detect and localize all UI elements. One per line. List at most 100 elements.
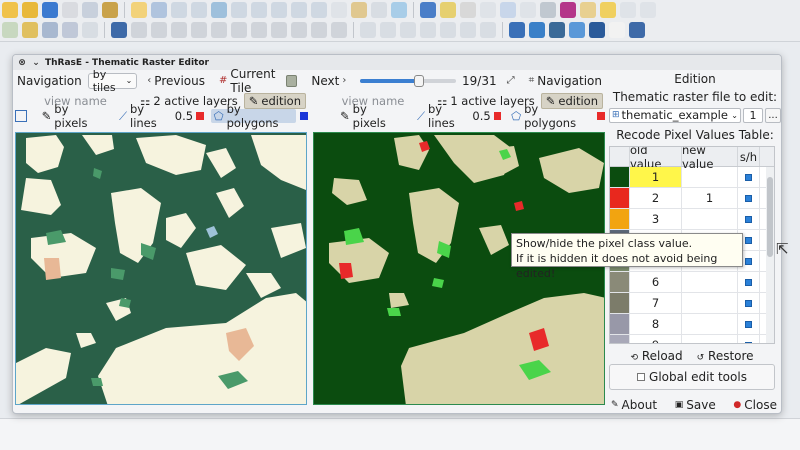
- plugin-python-icon[interactable]: [549, 22, 565, 38]
- right-by-pixels-tool[interactable]: ✎ by pixels: [337, 102, 404, 130]
- annotation-icon[interactable]: [620, 2, 636, 18]
- pan-icon[interactable]: [131, 2, 147, 18]
- right-by-lines-tool[interactable]: ⟋ by lines 0.5: [414, 102, 504, 130]
- expand-icon[interactable]: ⤢: [503, 72, 519, 89]
- show-hide-checkbox[interactable]: [745, 257, 752, 265]
- band-select[interactable]: 1: [743, 107, 763, 123]
- zoom-in-icon[interactable]: [171, 2, 187, 18]
- move-label-icon[interactable]: [420, 22, 436, 38]
- label-toolbar-icon[interactable]: [360, 22, 376, 38]
- identify-icon[interactable]: [420, 2, 436, 18]
- left-map-canvas[interactable]: [15, 132, 307, 405]
- redo-icon[interactable]: [331, 22, 347, 38]
- plugin-pca-icon[interactable]: [609, 22, 625, 38]
- plugin-refresh-icon[interactable]: [569, 22, 585, 38]
- zoom-layer-icon[interactable]: [251, 2, 267, 18]
- style-manager-icon[interactable]: [102, 2, 118, 18]
- zoom-full-icon[interactable]: [211, 2, 227, 18]
- save-project-icon[interactable]: [42, 2, 58, 18]
- new-value-cell[interactable]: [682, 167, 738, 187]
- eye-icon[interactable]: [286, 74, 298, 87]
- field-calculator-icon[interactable]: [480, 2, 496, 18]
- right-polygons-color-swatch[interactable]: [597, 112, 605, 120]
- global-edit-tools[interactable]: Global edit tools: [609, 364, 775, 390]
- left-polygons-color-swatch[interactable]: [300, 112, 308, 120]
- view-extent-icon[interactable]: [15, 110, 27, 122]
- show-hide-checkbox[interactable]: [745, 341, 752, 343]
- right-line-width-spinner[interactable]: 0.5: [472, 109, 490, 123]
- toggle-editing-icon[interactable]: [151, 22, 167, 38]
- add-raster-icon[interactable]: [22, 22, 38, 38]
- pin-labels-icon[interactable]: [380, 22, 396, 38]
- tile-slider[interactable]: [360, 74, 457, 87]
- deselect-icon[interactable]: [460, 2, 476, 18]
- close-button[interactable]: ● Close: [733, 396, 777, 413]
- table-row[interactable]: 1: [610, 167, 774, 188]
- save-button[interactable]: ▣ Save: [675, 396, 716, 413]
- new-value-cell[interactable]: [682, 335, 738, 343]
- rotate-label-icon[interactable]: [440, 22, 456, 38]
- add-mesh-icon[interactable]: [62, 22, 78, 38]
- table-row[interactable]: 8: [610, 314, 774, 335]
- processing-toolbox-icon[interactable]: [540, 2, 556, 18]
- print-layout-icon[interactable]: [62, 2, 78, 18]
- cut-features-icon[interactable]: [251, 22, 267, 38]
- table-scroll-thumb[interactable]: [767, 177, 773, 257]
- show-hide-checkbox[interactable]: [745, 320, 752, 328]
- plugin-chart-icon[interactable]: [629, 22, 645, 38]
- thematic-file-select[interactable]: ⊞ thematic_example ⌄: [609, 107, 741, 123]
- restore-button[interactable]: ↺ Restore: [697, 349, 754, 365]
- next-button[interactable]: Next ›: [307, 72, 350, 89]
- new-value-cell[interactable]: [682, 209, 738, 229]
- add-vector-icon[interactable]: [2, 22, 18, 38]
- show-hide-checkbox[interactable]: [745, 215, 752, 223]
- show-hide-checkbox[interactable]: [745, 299, 752, 307]
- temporal-icon[interactable]: [371, 2, 387, 18]
- right-lines-color-swatch[interactable]: [493, 112, 502, 120]
- diagram-icon[interactable]: [480, 22, 496, 38]
- new-value-cell[interactable]: [682, 314, 738, 334]
- select-features-icon[interactable]: [440, 2, 456, 18]
- pan-to-selection-icon[interactable]: [151, 2, 167, 18]
- sum-icon[interactable]: [560, 2, 576, 18]
- bookmark-icon[interactable]: [351, 2, 367, 18]
- change-label-icon[interactable]: [460, 22, 476, 38]
- show-hide-checkbox[interactable]: [745, 173, 752, 181]
- thrase-icon[interactable]: [111, 22, 127, 38]
- plugin-globe-icon[interactable]: [509, 22, 525, 38]
- new-map-view-icon[interactable]: [331, 2, 347, 18]
- table-row[interactable]: 21: [610, 188, 774, 209]
- refresh-icon[interactable]: [391, 2, 407, 18]
- table-row[interactable]: 7: [610, 293, 774, 314]
- zoom-native-icon[interactable]: [271, 2, 287, 18]
- current-edits-icon[interactable]: [131, 22, 147, 38]
- text-annotation-icon[interactable]: [640, 2, 656, 18]
- add-csv-icon[interactable]: [82, 22, 98, 38]
- show-hide-checkbox[interactable]: [745, 236, 752, 244]
- map-tips-icon[interactable]: [600, 2, 616, 18]
- undo-icon[interactable]: [311, 22, 327, 38]
- copy-features-icon[interactable]: [271, 22, 287, 38]
- tile-slider-handle[interactable]: [413, 74, 424, 87]
- about-button[interactable]: ✎ About: [611, 396, 657, 413]
- zoom-selection-icon[interactable]: [231, 2, 247, 18]
- zoom-next-icon[interactable]: [311, 2, 327, 18]
- navigation-mode-select[interactable]: by tiles ⌄: [87, 68, 138, 94]
- left-line-width-spinner[interactable]: 0.5: [175, 109, 193, 123]
- layout-manager-icon[interactable]: [82, 2, 98, 18]
- zoom-out-icon[interactable]: [191, 2, 207, 18]
- collapse-window-icon[interactable]: ⌄: [31, 58, 41, 68]
- open-table-icon[interactable]: [520, 2, 536, 18]
- left-lines-color-swatch[interactable]: [196, 112, 204, 120]
- digitize-icon[interactable]: [191, 22, 207, 38]
- show-hide-checkbox[interactable]: [745, 194, 752, 202]
- table-scrollbar[interactable]: [766, 167, 774, 343]
- delete-selected-icon[interactable]: [231, 22, 247, 38]
- global-edit-tools-checkbox[interactable]: [637, 373, 646, 381]
- navigation-button[interactable]: ⌗ Navigation: [525, 72, 606, 89]
- zoom-last-icon[interactable]: [291, 2, 307, 18]
- right-by-polygons-tool[interactable]: ⬠ by polygons: [508, 102, 593, 130]
- save-edits-icon[interactable]: [171, 22, 187, 38]
- table-row[interactable]: 3: [610, 209, 774, 230]
- statistics-icon[interactable]: [500, 2, 516, 18]
